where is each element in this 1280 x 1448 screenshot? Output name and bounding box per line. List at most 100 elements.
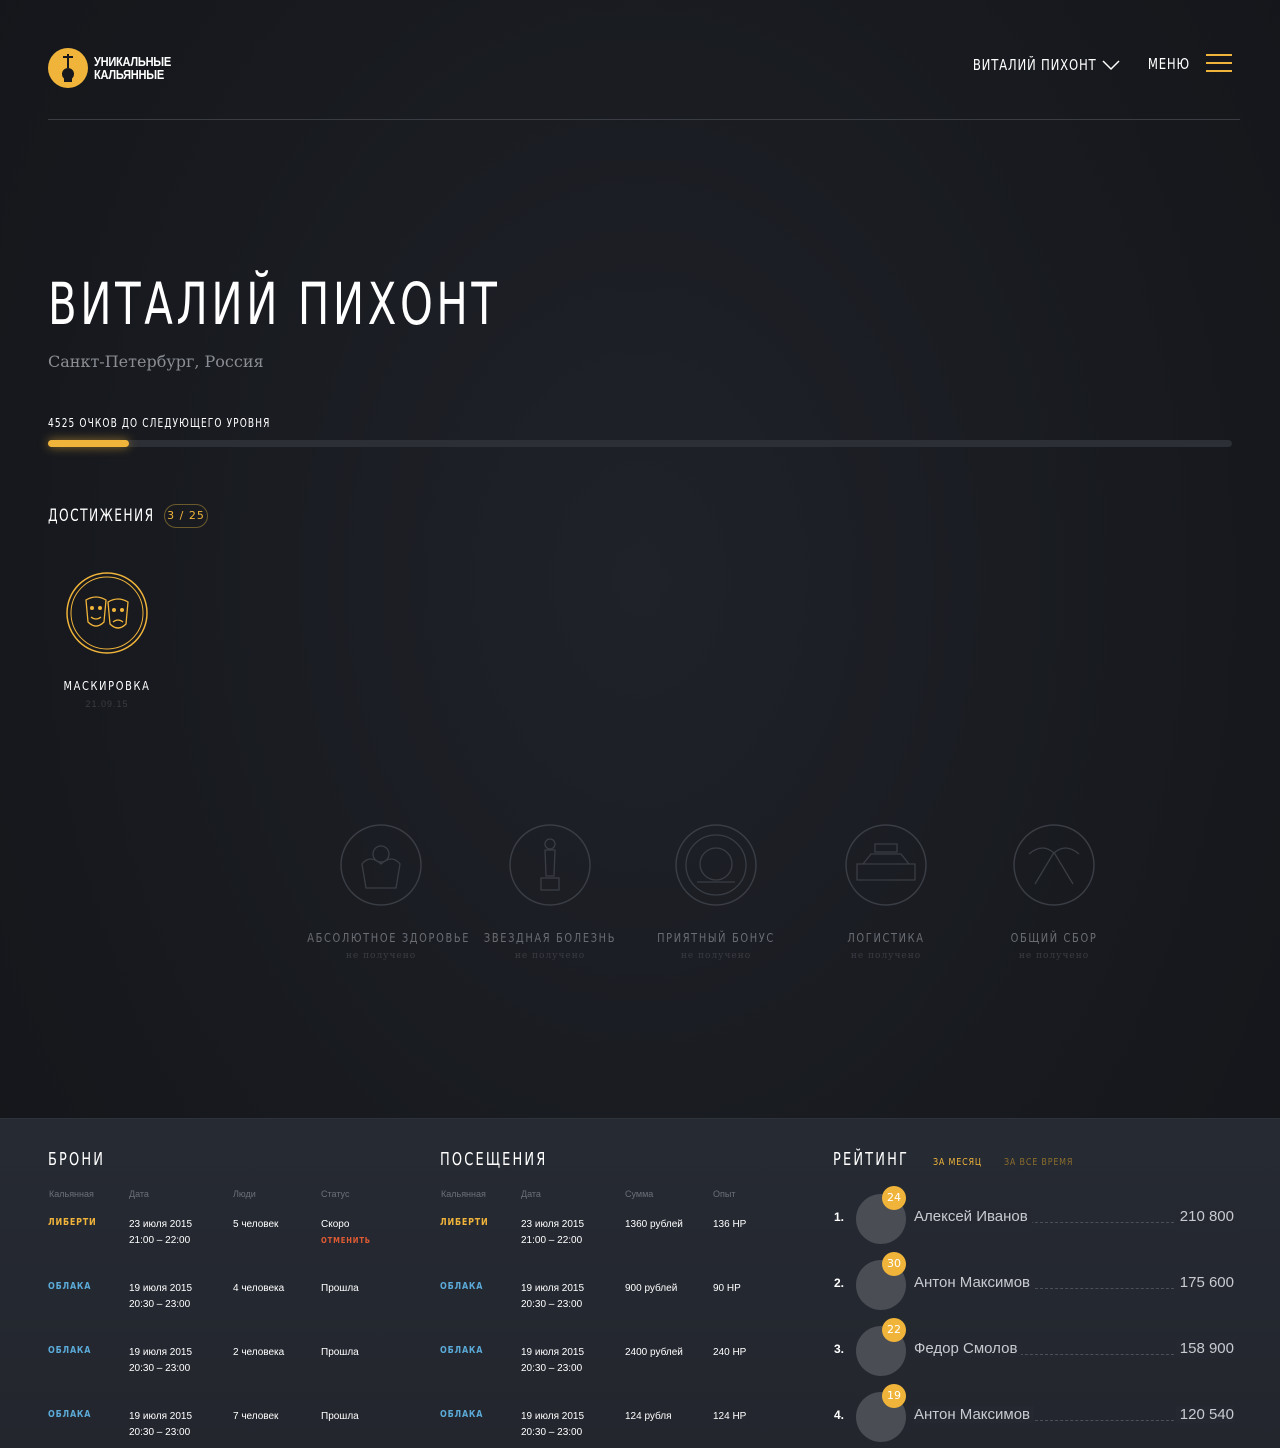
theater-masks-icon bbox=[66, 572, 148, 654]
time-text: 21:00 – 22:00 bbox=[521, 1235, 583, 1246]
visit-date: 19 июля 2015 20:30 – 23:00 bbox=[521, 1281, 584, 1313]
menu-label: МЕНЮ bbox=[1147, 55, 1190, 73]
bookings-header-date: Дата bbox=[129, 1189, 149, 1199]
status-text: Прошла bbox=[321, 1411, 359, 1422]
rank-number: 3. bbox=[834, 1342, 845, 1356]
time-text: 20:30 – 23:00 bbox=[129, 1427, 191, 1438]
visit-sum: 2400 рублей bbox=[625, 1347, 683, 1358]
rating-user-name: Антон Максимов bbox=[914, 1406, 1035, 1423]
tab-month[interactable]: ЗА МЕСЯЦ bbox=[933, 1157, 982, 1168]
booking-people: 2 человека bbox=[233, 1347, 285, 1358]
oscar-statue-icon bbox=[509, 824, 591, 906]
achievement-locked[interactable]: ЗВЕЗДНАЯ БОЛЕЗНЬ не получено bbox=[460, 824, 640, 961]
booking-status: Прошла bbox=[321, 1409, 359, 1425]
visit-xp: 240 НР bbox=[713, 1347, 747, 1358]
status-text: Прошла bbox=[321, 1283, 359, 1294]
achievement-locked[interactable]: ЛОГИСТИКА не получено bbox=[796, 824, 976, 961]
bookings-header-people: Люди bbox=[233, 1189, 256, 1199]
time-text: 20:30 – 23:00 bbox=[129, 1363, 191, 1374]
booking-people: 7 человек bbox=[233, 1411, 279, 1422]
date-text: 23 июля 2015 bbox=[521, 1219, 585, 1230]
rating-score: 158 900 bbox=[1175, 1340, 1234, 1357]
achievement-earned[interactable]: МАСКИРОВКА 21.09.15 bbox=[17, 572, 197, 709]
booking-date: 19 июля 2015 20:30 – 23:00 bbox=[129, 1345, 192, 1377]
hookah-logo-icon bbox=[48, 48, 88, 88]
venue-link[interactable]: ОБЛАКА bbox=[48, 1409, 91, 1420]
logo[interactable]: УНИКАЛЬНЫЕ КАЛЬЯННЫЕ bbox=[48, 48, 185, 88]
visits-header-sum: Сумма bbox=[625, 1189, 654, 1199]
achievement-locked[interactable]: ПРИЯТНЫЙ БОНУС не получено bbox=[626, 824, 806, 961]
booking-status: Прошла bbox=[321, 1281, 359, 1297]
rating-row[interactable]: 3. 22 Федор Смолов 158 900 bbox=[834, 1318, 1234, 1376]
booking-people: 5 человек bbox=[233, 1219, 279, 1230]
rating-row[interactable]: 2. 30 Антон Максимов 175 600 bbox=[834, 1252, 1234, 1310]
venue-link[interactable]: ЛИБЕРТИ bbox=[48, 1217, 97, 1228]
venue-link[interactable]: ОБЛАКА bbox=[440, 1409, 483, 1420]
venue-link[interactable]: ОБЛАКА bbox=[440, 1281, 483, 1292]
strongman-icon bbox=[340, 824, 422, 906]
tab-all-time[interactable]: ЗА ВСЕ ВРЕМЯ bbox=[1004, 1157, 1073, 1168]
user-menu-name: ВИТАЛИЙ ПИХОНТ bbox=[972, 56, 1096, 74]
time-text: 20:30 – 23:00 bbox=[521, 1299, 583, 1310]
venue-link[interactable]: ЛИБЕРТИ bbox=[440, 1217, 489, 1228]
status-text: Скоро bbox=[321, 1219, 350, 1230]
visit-xp: 124 НР bbox=[713, 1411, 747, 1422]
header-divider bbox=[48, 119, 1240, 120]
achievement-title: ОБЩИЙ СБОР bbox=[1010, 931, 1098, 945]
bookings-header-status: Статус bbox=[321, 1189, 350, 1199]
rank-number: 1. bbox=[834, 1210, 845, 1224]
chevron-down-icon bbox=[1102, 60, 1120, 71]
level-badge: 19 bbox=[882, 1384, 906, 1408]
rank-number: 2. bbox=[834, 1276, 845, 1290]
achievement-date: 21.09.15 bbox=[85, 699, 129, 709]
stats-panel: БРОНИ Кальянная Дата Люди Статус ЛИБЕРТИ… bbox=[0, 1118, 1280, 1448]
date-text: 19 июля 2015 bbox=[129, 1411, 193, 1422]
rank-number: 4. bbox=[834, 1408, 845, 1422]
time-text: 21:00 – 22:00 bbox=[129, 1235, 191, 1246]
rating-row[interactable]: 1. 24 Алексей Иванов 210 800 bbox=[834, 1186, 1234, 1244]
visit-date: 23 июля 2015 21:00 – 22:00 bbox=[521, 1217, 584, 1249]
rating-user-name: Федор Смолов bbox=[914, 1340, 1022, 1357]
header: УНИКАЛЬНЫЕ КАЛЬЯННЫЕ ВИТАЛИЙ ПИХОНТ МЕНЮ bbox=[48, 46, 1232, 90]
venue-link[interactable]: ОБЛАКА bbox=[48, 1345, 91, 1356]
achievement-title: АБСОЛЮТНОЕ ЗДОРОВЬЕ bbox=[307, 931, 471, 945]
rating-score: 120 540 bbox=[1175, 1406, 1234, 1423]
achievement-locked[interactable]: АБСОЛЮТНОЕ ЗДОРОВЬЕ не получено bbox=[291, 824, 471, 961]
time-text: 20:30 – 23:00 bbox=[521, 1427, 583, 1438]
achievement-status: не получено bbox=[850, 951, 922, 961]
booking-date: 19 июля 2015 20:30 – 23:00 bbox=[129, 1281, 192, 1313]
profile-location: Санкт-Петербург, Россия bbox=[48, 352, 264, 371]
visit-sum: 900 рублей bbox=[625, 1283, 678, 1294]
achievement-title: ЛОГИСТИКА bbox=[847, 931, 925, 945]
achievement-status: не получено bbox=[345, 951, 417, 961]
rating-score: 210 800 bbox=[1175, 1208, 1234, 1225]
visit-sum: 124 рубля bbox=[625, 1411, 672, 1422]
hamburger-icon bbox=[1206, 54, 1232, 74]
rating-row[interactable]: 4. 19 Антон Максимов 120 540 bbox=[834, 1384, 1234, 1442]
rating-title: РЕЙТИНГ bbox=[833, 1149, 910, 1170]
user-menu-dropdown[interactable]: ВИТАЛИЙ ПИХОНТ bbox=[938, 56, 1120, 74]
level-progress-fill bbox=[48, 440, 129, 447]
bookings-header-venue: Кальянная bbox=[49, 1189, 94, 1199]
level-badge: 24 bbox=[882, 1186, 906, 1210]
status-text: Прошла bbox=[321, 1347, 359, 1358]
cancel-booking-button[interactable]: ОТМЕНИТЬ bbox=[321, 1233, 371, 1249]
visit-sum: 1360 рублей bbox=[625, 1219, 683, 1230]
date-text: 19 июля 2015 bbox=[521, 1283, 585, 1294]
visits-header-xp: Опыт bbox=[713, 1189, 736, 1199]
menu-button[interactable]: МЕНЮ bbox=[1136, 54, 1232, 74]
progress-label: 4525 ОЧКОВ ДО СЛЕДУЮЩЕГО УРОВНЯ bbox=[48, 416, 271, 430]
date-text: 19 июля 2015 bbox=[521, 1347, 585, 1358]
venue-link[interactable]: ОБЛАКА bbox=[440, 1345, 483, 1356]
booking-status: Прошла bbox=[321, 1345, 359, 1361]
achievement-title: ЗВЕЗДНАЯ БОЛЕЗНЬ bbox=[483, 931, 617, 945]
achievement-locked[interactable]: ОБЩИЙ СБОР не получено bbox=[964, 824, 1144, 961]
level-progress-bar bbox=[48, 440, 1232, 447]
booking-date: 19 июля 2015 20:30 – 23:00 bbox=[129, 1409, 192, 1441]
booking-date: 23 июля 2015 21:00 – 22:00 bbox=[129, 1217, 192, 1249]
rating-score: 175 600 bbox=[1175, 1274, 1234, 1291]
venue-link[interactable]: ОБЛАКА bbox=[48, 1281, 91, 1292]
handshake-icon bbox=[1013, 824, 1095, 906]
booking-status: Скоро ОТМЕНИТЬ bbox=[321, 1217, 380, 1249]
bookings-title: БРОНИ bbox=[48, 1149, 106, 1170]
